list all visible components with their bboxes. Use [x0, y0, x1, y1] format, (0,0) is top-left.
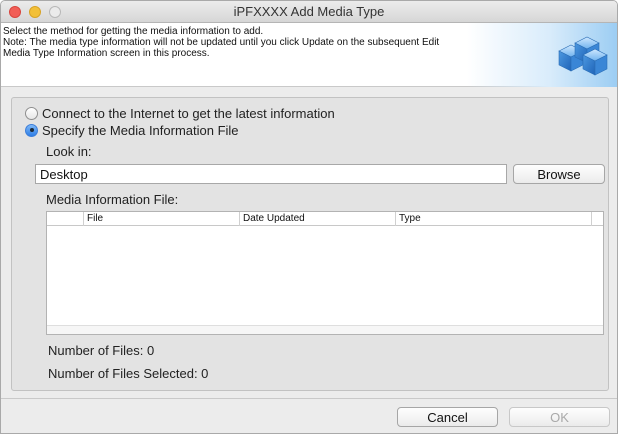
column-header-blank[interactable]	[47, 212, 83, 226]
title-bar[interactable]: iPFXXXX Add Media Type	[1, 1, 617, 23]
internet-radio[interactable]	[25, 106, 38, 120]
number-of-files-selected: Number of Files Selected: 0	[48, 366, 209, 381]
column-header-file[interactable]: File	[83, 212, 239, 226]
window-title: iPFXXXX Add Media Type	[233, 4, 385, 19]
file-option[interactable]: Specify the Media Information File	[25, 122, 239, 138]
media-file-label: Media Information File:	[46, 192, 179, 207]
horizontal-scrollbar[interactable]	[47, 325, 603, 334]
column-header-date-updated[interactable]: Date Updated	[239, 212, 395, 226]
internet-option-label: Connect to the Internet to get the lates…	[42, 105, 335, 121]
footer-divider	[1, 398, 617, 399]
media-stack-icon	[558, 36, 608, 76]
browse-button[interactable]: Browse	[513, 164, 605, 184]
instruction-line: Media Type Information screen in this pr…	[3, 48, 210, 59]
instruction-line: Note: The media type information will no…	[3, 37, 440, 48]
table-header: File Date Updated Type	[47, 212, 603, 226]
file-radio[interactable]	[25, 123, 38, 137]
look-in-label: Look in:	[46, 144, 92, 159]
column-header-end	[591, 212, 604, 226]
ok-button[interactable]: OK	[509, 407, 610, 427]
cancel-button[interactable]: Cancel	[397, 407, 498, 427]
header-banner	[467, 23, 617, 87]
column-header-type[interactable]: Type	[395, 212, 591, 226]
instruction-text: Select the method for getting the media …	[3, 26, 523, 59]
add-media-type-window: iPFXXXX Add Media Type Select the method…	[0, 0, 618, 434]
number-of-files: Number of Files: 0	[48, 343, 155, 358]
instruction-header: Select the method for getting the media …	[1, 23, 617, 87]
internet-option[interactable]: Connect to the Internet to get the lates…	[25, 105, 335, 121]
instruction-line: Select the method for getting the media …	[3, 26, 264, 37]
look-in-field[interactable]: Desktop	[35, 164, 507, 184]
file-option-label: Specify the Media Information File	[42, 122, 239, 138]
media-file-table[interactable]: File Date Updated Type	[46, 211, 604, 335]
